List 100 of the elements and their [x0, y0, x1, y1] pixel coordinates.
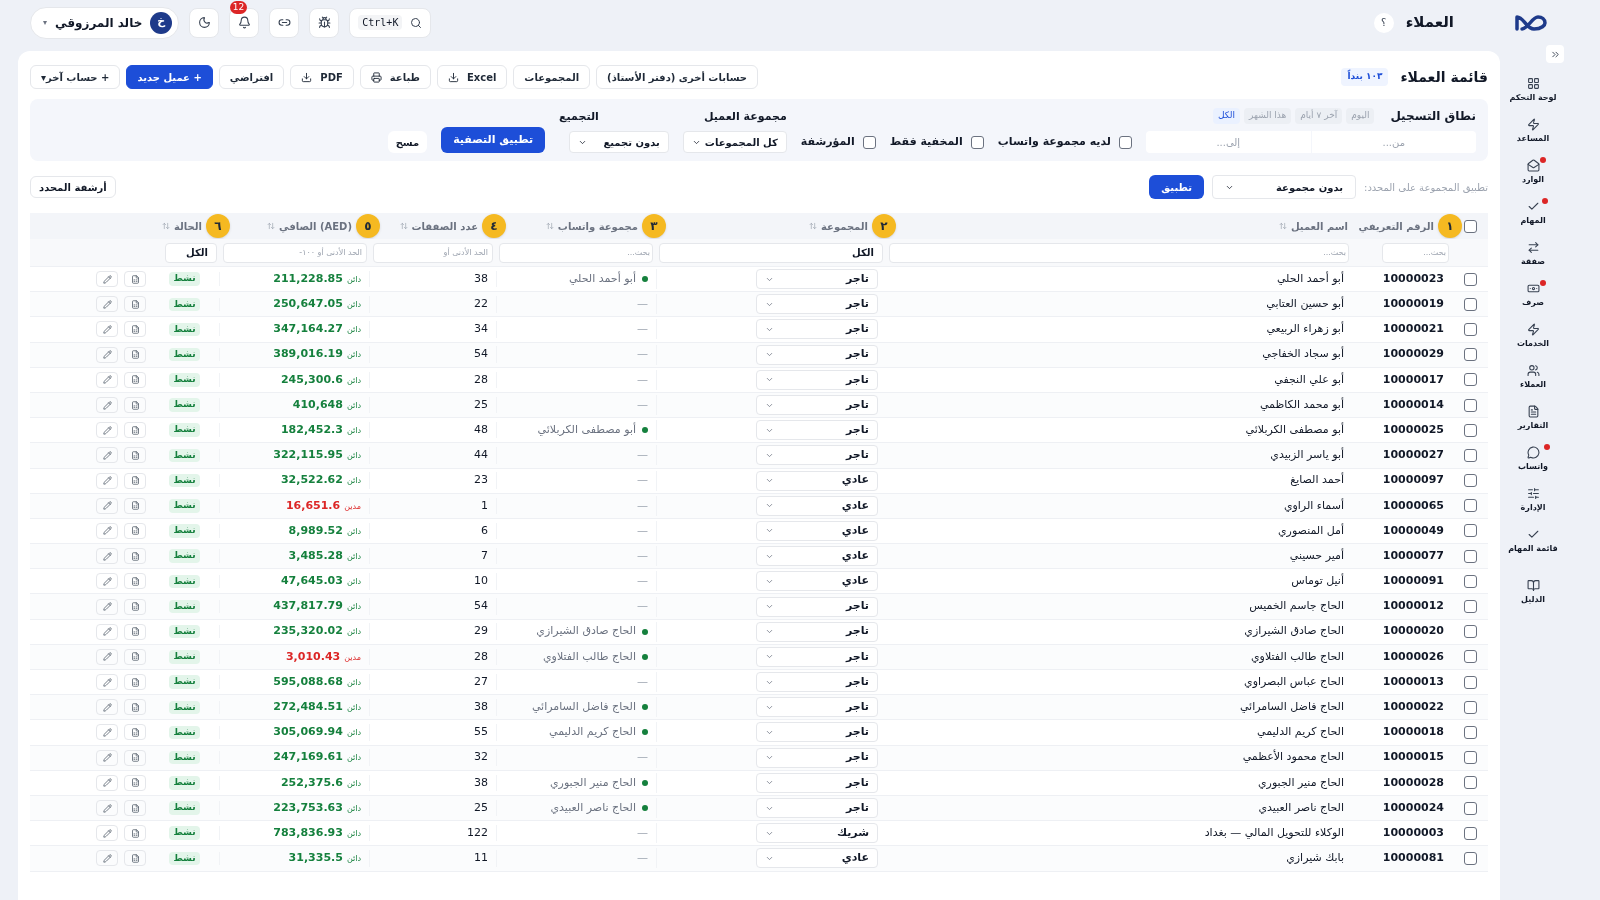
document-button[interactable] [124, 447, 146, 464]
document-button[interactable] [124, 397, 146, 414]
document-button[interactable] [124, 497, 146, 514]
edit-button[interactable] [96, 674, 118, 691]
document-button[interactable] [124, 573, 146, 590]
document-button[interactable] [124, 346, 146, 363]
document-button[interactable] [124, 548, 146, 565]
group-select[interactable]: تاجر [756, 369, 878, 390]
bulk-apply-button[interactable]: تطبيق [1149, 175, 1204, 199]
edit-button[interactable] [96, 623, 118, 640]
row-checkbox[interactable] [1463, 297, 1477, 311]
row-checkbox[interactable] [1463, 574, 1477, 588]
row-checkbox[interactable] [1463, 423, 1477, 437]
document-button[interactable] [124, 850, 146, 867]
row-checkbox[interactable] [1463, 675, 1477, 689]
document-button[interactable] [124, 749, 146, 766]
edit-button[interactable] [96, 800, 118, 817]
document-button[interactable] [124, 422, 146, 439]
document-button[interactable] [124, 321, 146, 338]
group-select[interactable]: تاجر [756, 772, 878, 793]
sidebar-item[interactable]: الدليل [1521, 579, 1545, 606]
column-filter-select[interactable]: الكل [659, 242, 883, 263]
document-button[interactable] [124, 699, 146, 716]
edit-button[interactable] [96, 724, 118, 741]
bug-button[interactable] [309, 7, 340, 38]
collapse-button[interactable] [1546, 45, 1564, 63]
date-from-field[interactable]: من... [1311, 131, 1476, 153]
edit-button[interactable] [96, 749, 118, 766]
bulk-group-select[interactable]: بدون مجموعة [1212, 175, 1356, 199]
edit-button[interactable] [96, 321, 118, 338]
document-button[interactable] [124, 522, 146, 539]
toolbar-button[interactable]: + عميل جديد [126, 65, 213, 89]
document-button[interactable] [124, 774, 146, 791]
group-select[interactable]: تاجر [756, 344, 878, 365]
row-checkbox[interactable] [1463, 776, 1477, 790]
group-select[interactable]: تاجر [756, 747, 878, 768]
document-button[interactable] [124, 371, 146, 388]
group-select[interactable]: تاجر [756, 596, 878, 617]
group-select[interactable]: تاجر [756, 294, 878, 315]
sidebar-item[interactable]: الوارد [1521, 159, 1545, 186]
edit-button[interactable] [96, 497, 118, 514]
edit-button[interactable] [96, 648, 118, 665]
document-button[interactable] [124, 648, 146, 665]
toolbar-button[interactable]: افتراضي [218, 65, 285, 89]
group-select[interactable]: تاجر [756, 646, 878, 667]
column-header[interactable]: الحالة [174, 218, 202, 234]
edit-button[interactable] [96, 271, 118, 288]
row-checkbox[interactable] [1463, 650, 1477, 664]
document-button[interactable] [124, 623, 146, 640]
edit-button[interactable] [96, 447, 118, 464]
group-select[interactable]: تاجر [756, 445, 878, 466]
row-checkbox[interactable] [1463, 625, 1477, 639]
column-header[interactable]: اسم العميل [1290, 218, 1348, 234]
document-button[interactable] [124, 296, 146, 313]
toolbar-button[interactable]: حسابات أخرى (دفتر الأستاذ) [596, 65, 759, 89]
document-button[interactable] [124, 472, 146, 489]
row-checkbox[interactable] [1463, 373, 1477, 387]
column-header[interactable]: مجموعة واتساب [557, 218, 638, 234]
edit-button[interactable] [96, 774, 118, 791]
row-checkbox[interactable] [1463, 499, 1477, 513]
document-button[interactable] [124, 271, 146, 288]
archive-button[interactable]: أرشفة المحدد [30, 176, 116, 198]
group-select[interactable]: عادي [756, 546, 878, 567]
sidebar-item[interactable]: التقارير [1517, 405, 1549, 432]
group-select[interactable]: عادي [756, 520, 878, 541]
row-checkbox[interactable] [1463, 272, 1477, 286]
group-select[interactable]: تاجر [756, 621, 878, 642]
toolbar-button[interactable]: + حساب آخر▾ [30, 65, 121, 89]
clear-button[interactable]: مسح [387, 131, 428, 153]
row-checkbox[interactable] [1463, 474, 1477, 488]
group-select[interactable]: عادي [756, 848, 878, 869]
edit-button[interactable] [96, 825, 118, 842]
filter-checkbox[interactable] [970, 135, 984, 149]
row-checkbox[interactable] [1463, 826, 1477, 840]
edit-button[interactable] [96, 522, 118, 539]
column-filter-field[interactable]: بحث... [889, 242, 1349, 263]
sidebar-item[interactable]: لوحة التحكم [1509, 77, 1557, 104]
group-select[interactable]: تاجر [756, 269, 878, 290]
select-all-checkbox[interactable] [1463, 219, 1477, 233]
group-select[interactable]: تاجر [756, 798, 878, 819]
filter-checkbox[interactable] [1119, 135, 1132, 149]
group-select[interactable]: تاجر [756, 722, 878, 743]
edit-button[interactable] [96, 422, 118, 439]
row-checkbox[interactable] [1463, 448, 1477, 462]
group-select[interactable]: تاجر [756, 420, 878, 441]
column-filter-select[interactable]: الكل [165, 242, 217, 263]
sidebar-item[interactable]: واتساب [1518, 446, 1548, 473]
column-header[interactable]: عدد الصفقات [411, 218, 478, 234]
sidebar-item[interactable]: المساعد [1516, 118, 1550, 145]
row-checkbox[interactable] [1463, 348, 1477, 362]
sidebar-item[interactable]: صرف [1522, 282, 1544, 309]
group-select[interactable]: عادي [756, 470, 878, 491]
toolbar-button[interactable]: Excel [436, 65, 508, 89]
column-filter-field[interactable]: بحث... [499, 242, 653, 263]
sidebar-item[interactable]: قائمة المهام [1508, 528, 1558, 555]
group-select[interactable]: تاجر [756, 395, 878, 416]
toolbar-button[interactable]: المجموعات [513, 65, 591, 89]
dark-mode-button[interactable] [189, 7, 220, 38]
grouping-select[interactable]: بدون تجميع [568, 131, 669, 153]
row-checkbox[interactable] [1463, 600, 1477, 614]
